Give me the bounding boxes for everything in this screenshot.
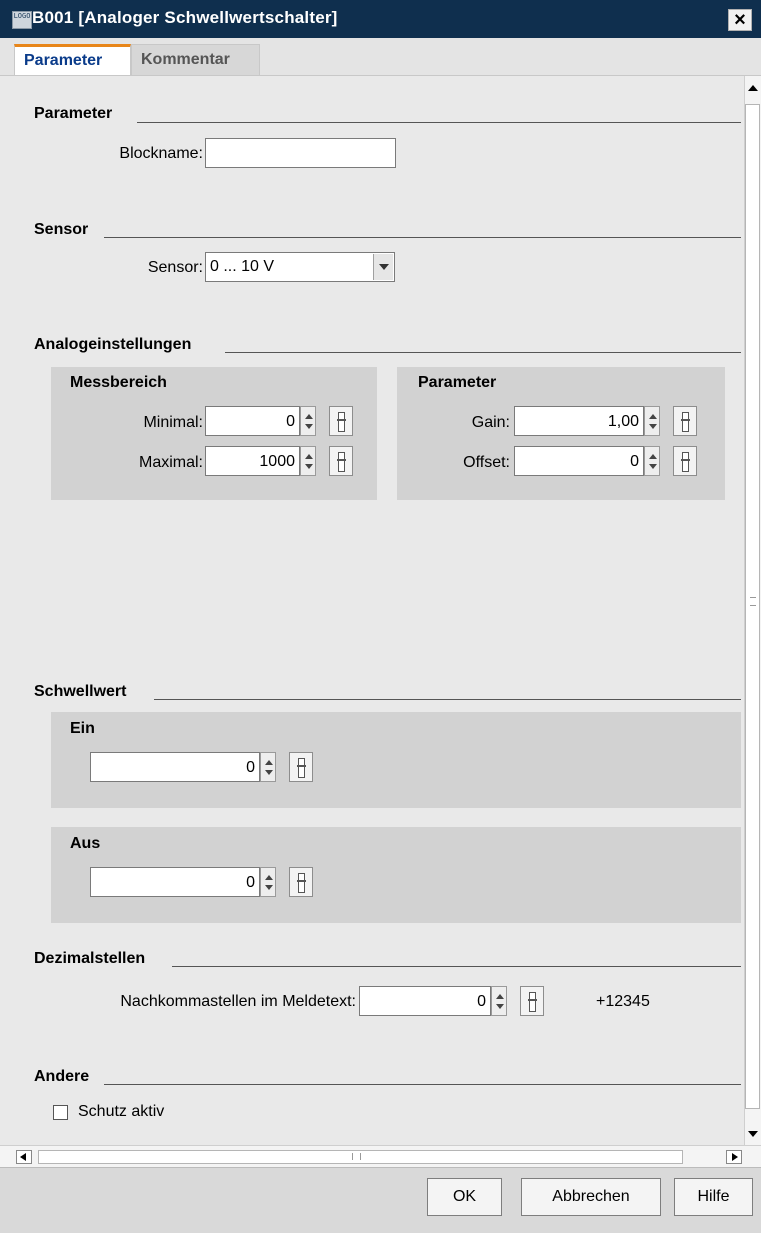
minimal-reference-icon[interactable]	[329, 406, 353, 436]
minimal-input[interactable]: 0	[205, 406, 300, 436]
blockname-input[interactable]	[205, 138, 396, 168]
section-title-andere: Andere	[34, 1068, 90, 1085]
help-button[interactable]: Hilfe	[674, 1178, 753, 1216]
maximal-reference-icon[interactable]	[329, 446, 353, 476]
section-divider	[104, 1084, 741, 1085]
logo-app-icon: LOGO	[12, 11, 32, 29]
scroll-left-icon[interactable]	[16, 1150, 32, 1164]
section-divider	[104, 237, 741, 238]
schutz-aktiv-checkbox[interactable]	[53, 1105, 68, 1120]
gain-label: Gain:	[471, 414, 510, 431]
gain-reference-icon[interactable]	[673, 406, 697, 436]
maximal-input[interactable]: 1000	[205, 446, 300, 476]
sensor-dropdown[interactable]: 0 ... 10 V	[205, 252, 395, 282]
section-divider	[137, 122, 741, 123]
section-divider	[172, 966, 741, 967]
cancel-button[interactable]: Abbrechen	[521, 1178, 661, 1216]
nachkommastellen-label: Nachkommastellen im Meldetext:	[120, 993, 356, 1010]
offset-reference-icon[interactable]	[673, 446, 697, 476]
maximal-spinner[interactable]	[300, 446, 316, 476]
vertical-scroll-thumb[interactable]	[745, 104, 760, 1109]
sensor-selected-value: 0 ... 10 V	[210, 258, 275, 275]
ein-reference-icon[interactable]	[289, 752, 313, 782]
aus-spinner[interactable]	[260, 867, 276, 897]
section-divider	[225, 352, 741, 353]
offset-spinner[interactable]	[644, 446, 660, 476]
minimal-spinner[interactable]	[300, 406, 316, 436]
ein-spinner[interactable]	[260, 752, 276, 782]
nachkommastellen-reference-icon[interactable]	[520, 986, 544, 1016]
grip-icon	[352, 1153, 361, 1160]
nachkommastellen-input[interactable]: 0	[359, 986, 491, 1016]
section-divider	[154, 699, 741, 700]
section-title-dezimalstellen: Dezimalstellen	[34, 950, 146, 967]
ein-input[interactable]: 0	[90, 752, 260, 782]
nachkommastellen-spinner[interactable]	[491, 986, 507, 1016]
offset-label: Offset:	[463, 454, 510, 471]
blockname-label: Blockname:	[119, 145, 203, 162]
messbereich-title: Messbereich	[70, 374, 167, 391]
section-title-sensor: Sensor	[34, 221, 89, 238]
offset-input[interactable]: 0	[514, 446, 644, 476]
section-title-parameter: Parameter	[34, 105, 113, 122]
grip-icon	[750, 597, 756, 606]
gain-input[interactable]: 1,00	[514, 406, 644, 436]
scroll-up-icon[interactable]	[745, 80, 760, 97]
ein-label: Ein	[70, 720, 95, 737]
scroll-right-icon[interactable]	[726, 1150, 742, 1164]
aus-label: Aus	[70, 835, 101, 852]
analog-parameter-title: Parameter	[418, 374, 497, 391]
section-title-analogeinstellungen: Analogeinstellungen	[34, 336, 192, 353]
tab-kommentar[interactable]: Kommentar	[131, 44, 260, 75]
maximal-label: Maximal:	[138, 454, 203, 471]
sensor-label: Sensor:	[147, 259, 203, 276]
chevron-down-icon[interactable]	[373, 254, 393, 280]
minimal-label: Minimal:	[143, 414, 203, 431]
decimal-preview: +12345	[596, 993, 650, 1010]
section-title-schwellwert: Schwellwert	[34, 683, 127, 700]
aus-input[interactable]: 0	[90, 867, 260, 897]
close-button[interactable]: ×	[728, 9, 752, 31]
window-title: B001 [Analoger Schwellwertschalter]	[32, 8, 338, 27]
gain-spinner[interactable]	[644, 406, 660, 436]
scroll-down-icon[interactable]	[745, 1126, 760, 1143]
tab-parameter[interactable]: Parameter	[14, 44, 131, 75]
ok-button[interactable]: OK	[427, 1178, 502, 1216]
schutz-aktiv-label[interactable]: Schutz aktiv	[78, 1103, 164, 1121]
aus-reference-icon[interactable]	[289, 867, 313, 897]
